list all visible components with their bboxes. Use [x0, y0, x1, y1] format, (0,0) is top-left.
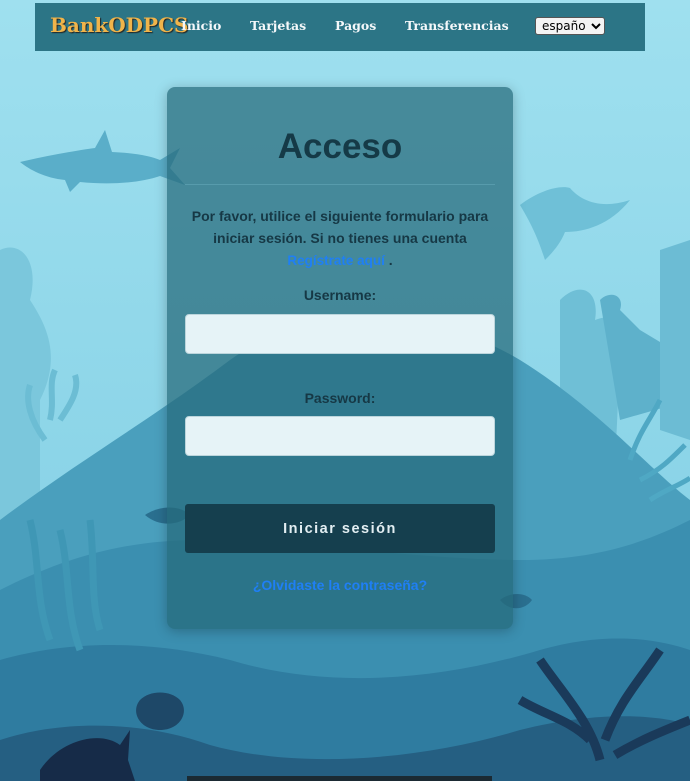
top-navbar: BankODPCS Inicio Tarjetas Pagos Transfer… [35, 3, 645, 51]
bottom-edge-bar [187, 776, 492, 781]
login-card: Acceso Por favor, utilice el siguiente f… [167, 87, 513, 629]
language-select[interactable]: español [535, 17, 605, 35]
nav-link-inicio[interactable]: Inicio [181, 18, 221, 33]
login-submit-button[interactable]: Iniciar sesión [185, 504, 495, 553]
username-input[interactable] [185, 314, 495, 354]
password-input[interactable] [185, 416, 495, 456]
password-label: Password: [304, 390, 376, 406]
page-title: Acceso [277, 127, 403, 166]
sea-urchin [136, 692, 184, 730]
forgot-password-link[interactable]: ¿Olvidaste la contraseña? [167, 577, 513, 593]
reef-pillar-right [660, 240, 690, 440]
intro-text: Por favor, utilice el siguiente formular… [191, 208, 489, 246]
username-label: Username: [303, 287, 377, 303]
nav-link-pagos[interactable]: Pagos [335, 18, 376, 33]
register-suffix: . [388, 252, 393, 268]
title-divider [185, 184, 495, 185]
register-link[interactable]: Regístrate aquí [287, 253, 385, 268]
nav-link-tarjetas[interactable]: Tarjetas [250, 18, 306, 33]
login-intro: Por favor, utilice el siguiente formular… [181, 205, 499, 272]
brand-logo[interactable]: BankODPCS [50, 13, 188, 37]
nav-link-transferencias[interactable]: Transferencias [405, 18, 509, 33]
